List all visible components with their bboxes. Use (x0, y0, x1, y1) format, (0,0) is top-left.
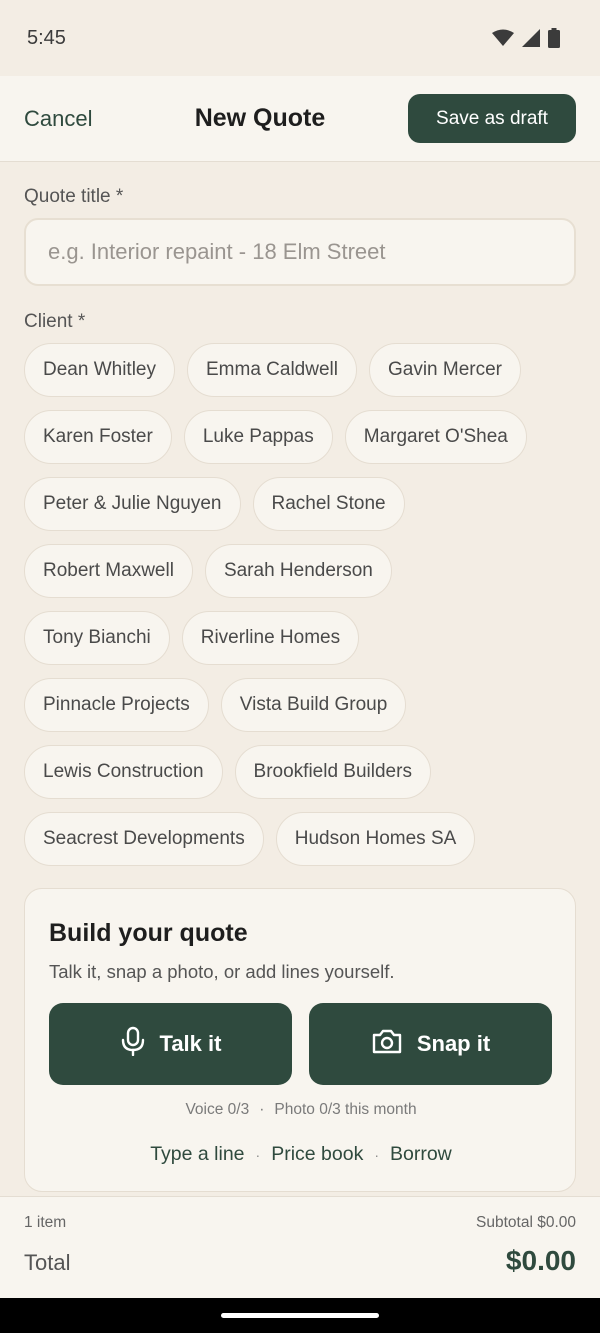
client-chip[interactable]: Riverline Homes (181, 611, 360, 665)
talk-it-label: Talk it (159, 1031, 222, 1056)
chip-row: Karen Foster Luke Pappas Margaret O'Shea (24, 410, 584, 464)
chip-row: Robert Maxwell Sarah Henderson (24, 544, 584, 598)
chip-row: Pinnacle Projects Vista Build Group (24, 678, 584, 732)
photo-usage: Photo 0/3 this month (274, 1101, 417, 1118)
client-chip[interactable]: Dean Whitley (24, 343, 175, 397)
link-separator: · (374, 1146, 379, 1163)
build-quote-title: Build your quote (49, 919, 248, 947)
client-chip[interactable]: Gavin Mercer (368, 343, 522, 397)
client-chip[interactable]: Brookfield Builders (234, 745, 431, 799)
chip-row: Seacrest Developments Hudson Homes SA (24, 812, 584, 866)
client-chip[interactable]: Pinnacle Projects (24, 678, 209, 732)
build-quote-subtitle: Talk it, snap a photo, or add lines your… (49, 961, 395, 982)
voice-usage: Voice 0/3 (185, 1101, 250, 1118)
price-book-link[interactable]: Price book (271, 1143, 363, 1165)
client-label: Client * (24, 311, 86, 332)
type-a-line-link[interactable]: Type a line (150, 1143, 244, 1165)
new-quote-screen: 5:45 Cancel New Quote Save as draft Quot… (0, 0, 600, 1333)
snap-it-label: Snap it (416, 1031, 491, 1056)
build-quote-card: Build your quote Talk it, snap a photo, … (24, 888, 576, 1192)
client-chip[interactable]: Tony Bianchi (24, 611, 170, 665)
signal-icon (522, 29, 540, 52)
totals-footer: 1 item Subtotal $0.00 Total $0.00 (0, 1196, 600, 1298)
client-chip[interactable]: Emma Caldwell (187, 343, 357, 397)
chip-row: Lewis Construction Brookfield Builders (24, 745, 584, 799)
link-separator: · (255, 1146, 261, 1163)
talk-it-button[interactable]: Talk it (49, 1003, 292, 1085)
quote-title-label: Quote title * (24, 186, 124, 207)
total-value: $0.00 (505, 1245, 576, 1276)
client-chip[interactable]: Karen Foster (24, 410, 172, 464)
chip-row: Tony Bianchi Riverline Homes (24, 611, 584, 665)
client-chip[interactable]: Luke Pappas (183, 410, 333, 464)
usage-separator: · (259, 1101, 265, 1118)
status-icons (492, 28, 560, 53)
status-time: 5:45 (27, 27, 66, 49)
system-navigation-bar (0, 1298, 600, 1333)
client-chip[interactable]: Peter & Julie Nguyen (24, 477, 241, 531)
save-as-draft-button[interactable]: Save as draft (408, 94, 576, 143)
client-chip-group: Dean Whitley Emma Caldwell Gavin Mercer … (24, 343, 584, 879)
chip-row: Peter & Julie Nguyen Rachel Stone (24, 477, 584, 531)
client-chip[interactable]: Seacrest Developments (24, 812, 264, 866)
client-chip[interactable]: Lewis Construction (24, 745, 223, 799)
quote-title-input[interactable] (24, 218, 576, 286)
client-chip[interactable]: Margaret O'Shea (344, 410, 527, 464)
client-chip[interactable]: Rachel Stone (252, 477, 405, 531)
home-indicator[interactable] (221, 1313, 379, 1318)
item-count: 1 item (24, 1214, 67, 1231)
battery-icon (548, 28, 560, 53)
microphone-icon (120, 1026, 146, 1062)
top-app-bar: Cancel New Quote Save as draft (0, 76, 600, 162)
manual-entry-links: Type a line · Price book · Borrow (25, 1143, 577, 1166)
wifi-icon (492, 29, 514, 52)
client-chip[interactable]: Robert Maxwell (24, 544, 193, 598)
status-bar: 5:45 (0, 0, 600, 76)
client-chip[interactable]: Sarah Henderson (204, 544, 392, 598)
client-chip[interactable]: Hudson Homes SA (275, 812, 476, 866)
snap-it-button[interactable]: Snap it (309, 1003, 552, 1085)
subtotal: Subtotal $0.00 (476, 1214, 576, 1231)
chip-row: Dean Whitley Emma Caldwell Gavin Mercer (24, 343, 584, 397)
client-chip[interactable]: Vista Build Group (220, 678, 407, 732)
camera-icon (371, 1027, 403, 1061)
borrow-link[interactable]: Borrow (390, 1143, 452, 1165)
total-label: Total (24, 1250, 71, 1275)
usage-limits: Voice 0/3 · Photo 0/3 this month (25, 1101, 577, 1119)
